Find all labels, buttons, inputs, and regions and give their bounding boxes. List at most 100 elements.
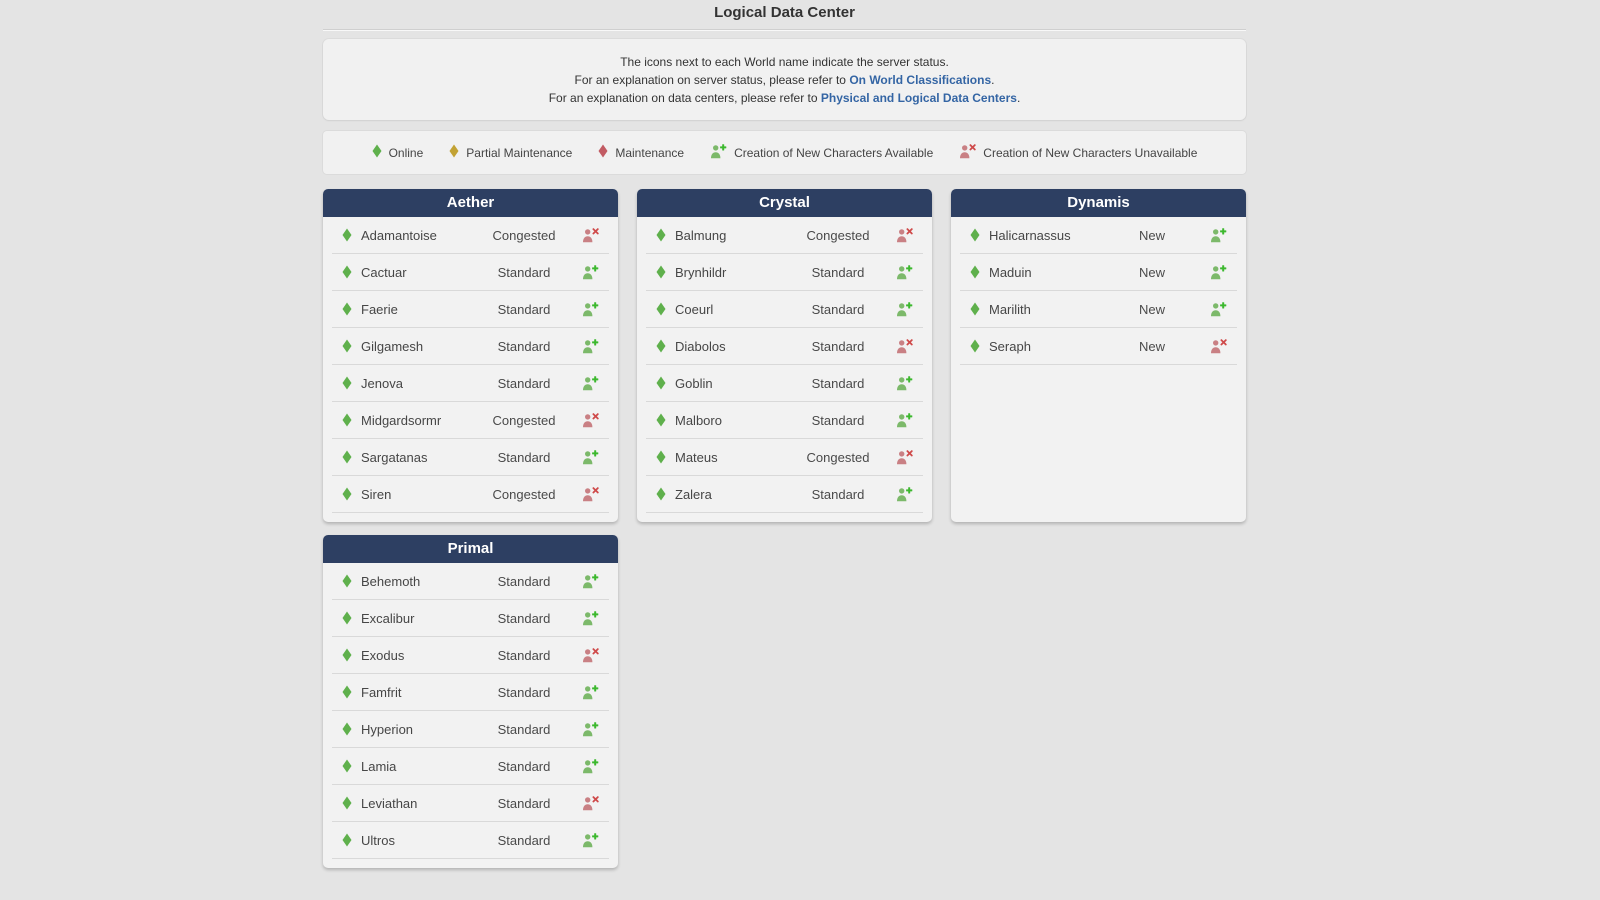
- character-creation-unavailable-icon: [896, 228, 913, 243]
- world-name: Cactuar: [361, 265, 474, 280]
- world-name: Malboro: [675, 413, 788, 428]
- world-row: Excalibur Standard: [332, 600, 609, 637]
- world-row: Gilgamesh Standard: [332, 328, 609, 365]
- legend-icon-host: [598, 144, 608, 161]
- title-divider: [323, 29, 1246, 30]
- character-creation-unavailable-icon: [582, 413, 599, 428]
- world-classification: Standard: [474, 833, 574, 848]
- world-name: Hyperion: [361, 722, 474, 737]
- server-status-icon-host: [656, 487, 666, 501]
- server-status-icon-host: [656, 302, 666, 316]
- online-diamond-icon: [372, 144, 382, 158]
- world-name: Balmung: [675, 228, 788, 243]
- character-creation-icon-host: [896, 376, 913, 391]
- maintenance-diamond-icon: [598, 144, 608, 158]
- world-name: Leviathan: [361, 796, 474, 811]
- data-center-panel: Dynamis Halicarnassus New Maduin New Mar…: [951, 189, 1246, 522]
- character-creation-available-icon: [582, 759, 599, 774]
- character-creation-icon-host: [1210, 339, 1227, 354]
- server-status-icon-host: [342, 833, 352, 847]
- online-diamond-icon: [970, 339, 980, 353]
- legend-label: Partial Maintenance: [466, 146, 572, 160]
- online-diamond-icon: [656, 450, 666, 464]
- world-name: Seraph: [989, 339, 1102, 354]
- character-creation-unavailable-icon: [582, 796, 599, 811]
- character-creation-unavailable-icon: [582, 228, 599, 243]
- server-status-icon-host: [342, 302, 352, 316]
- world-classification: Standard: [474, 648, 574, 663]
- legend-item: Creation of New Characters Available: [710, 144, 933, 162]
- world-name: Halicarnassus: [989, 228, 1102, 243]
- world-classification: Congested: [788, 228, 888, 243]
- world-name: Jenova: [361, 376, 474, 391]
- character-creation-icon-host: [582, 722, 599, 737]
- world-name: Gilgamesh: [361, 339, 474, 354]
- data-center-panel-header: Aether: [323, 189, 618, 217]
- world-name: Siren: [361, 487, 474, 502]
- online-diamond-icon: [656, 413, 666, 427]
- world-classification: Standard: [474, 685, 574, 700]
- info-line-2: For an explanation on server status, ple…: [333, 71, 1236, 89]
- online-diamond-icon: [656, 302, 666, 316]
- data-center-panel: Aether Adamantoise Congested Cactuar Sta…: [323, 189, 618, 522]
- online-diamond-icon: [656, 339, 666, 353]
- data-center-panel-header: Dynamis: [951, 189, 1246, 217]
- world-classification: Standard: [788, 487, 888, 502]
- physical-logical-data-centers-link[interactable]: Physical and Logical Data Centers: [821, 91, 1017, 105]
- world-name: Coeurl: [675, 302, 788, 317]
- world-classification: Standard: [474, 376, 574, 391]
- character-creation-available-icon: [582, 574, 599, 589]
- character-creation-unavailable-icon: [582, 648, 599, 663]
- online-diamond-icon: [970, 265, 980, 279]
- online-diamond-icon: [342, 611, 352, 625]
- world-classifications-link[interactable]: On World Classifications: [849, 73, 991, 87]
- world-row: Famfrit Standard: [332, 674, 609, 711]
- server-status-icon-host: [342, 450, 352, 464]
- server-status-icon-host: [970, 228, 980, 242]
- character-creation-available-icon: [896, 302, 913, 317]
- world-classification: Congested: [474, 487, 574, 502]
- character-creation-available-icon: [582, 450, 599, 465]
- online-diamond-icon: [342, 450, 352, 464]
- world-row: Zalera Standard: [646, 476, 923, 513]
- world-row: Faerie Standard: [332, 291, 609, 328]
- world-row: Hyperion Standard: [332, 711, 609, 748]
- character-creation-icon-host: [1210, 302, 1227, 317]
- data-center-name: Crystal: [759, 194, 810, 211]
- online-diamond-icon: [342, 574, 352, 588]
- world-row: Adamantoise Congested: [332, 217, 609, 254]
- world-classification: Standard: [788, 413, 888, 428]
- legend-item: Online: [372, 144, 424, 161]
- character-creation-unavailable-icon: [896, 450, 913, 465]
- server-status-icon-host: [342, 265, 352, 279]
- online-diamond-icon: [656, 376, 666, 390]
- online-diamond-icon: [342, 796, 352, 810]
- server-status-icon-host: [342, 413, 352, 427]
- character-creation-icon-host: [582, 796, 599, 811]
- character-creation-icon-host: [582, 685, 599, 700]
- world-row: Diabolos Standard: [646, 328, 923, 365]
- world-name: Faerie: [361, 302, 474, 317]
- character-creation-available-icon: [710, 144, 727, 159]
- data-center-panel: Primal Behemoth Standard Excalibur Stand…: [323, 535, 618, 868]
- character-creation-icon-host: [896, 413, 913, 428]
- world-classification: Congested: [788, 450, 888, 465]
- character-creation-icon-host: [582, 228, 599, 243]
- character-creation-icon-host: [582, 648, 599, 663]
- world-classification: Standard: [474, 722, 574, 737]
- world-row: Sargatanas Standard: [332, 439, 609, 476]
- server-status-icon-host: [342, 574, 352, 588]
- legend-icon-host: [449, 144, 459, 161]
- world-classification: New: [1102, 302, 1202, 317]
- online-diamond-icon: [342, 722, 352, 736]
- character-creation-icon-host: [582, 833, 599, 848]
- world-row: Leviathan Standard: [332, 785, 609, 822]
- character-creation-available-icon: [896, 413, 913, 428]
- online-diamond-icon: [656, 487, 666, 501]
- data-center-panel-body: Behemoth Standard Excalibur Standard Exo…: [323, 563, 618, 868]
- server-status-icon-host: [970, 302, 980, 316]
- online-diamond-icon: [342, 339, 352, 353]
- character-creation-icon-host: [582, 265, 599, 280]
- world-row: Marilith New: [960, 291, 1237, 328]
- online-diamond-icon: [342, 487, 352, 501]
